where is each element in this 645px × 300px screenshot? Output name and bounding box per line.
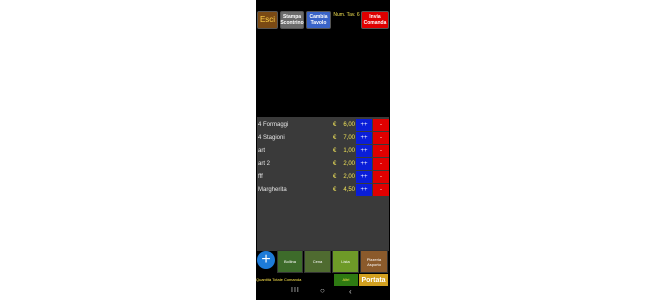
- order-row: Margherita € 4,50 ++ -: [257, 184, 389, 196]
- back-icon[interactable]: ‹: [349, 287, 352, 296]
- pizzeria-asporto-button[interactable]: Pizzeria Asporto: [360, 250, 388, 273]
- currency-symbol: €: [333, 161, 337, 167]
- add-item-button[interactable]: +: [257, 251, 275, 269]
- item-price: 2,00: [343, 161, 355, 167]
- item-price: 2,00: [343, 174, 355, 180]
- decrease-button[interactable]: -: [373, 184, 389, 196]
- item-price: 1,00: [343, 148, 355, 154]
- order-row: fff € 2,00 ++ -: [257, 171, 389, 183]
- increase-button[interactable]: ++: [356, 119, 372, 131]
- lista-button[interactable]: Lista: [332, 250, 359, 273]
- item-name: fff: [258, 174, 263, 180]
- table-number-label: Num. Tav. 6: [333, 12, 360, 18]
- invia-comanda-button[interactable]: Invia Comanda: [361, 11, 389, 29]
- increase-button[interactable]: ++: [356, 184, 372, 196]
- android-nav-bar: III ○ ‹: [256, 286, 390, 300]
- increase-button[interactable]: ++: [356, 158, 372, 170]
- total-quantity-label: Quantità Totale Comanda: [256, 277, 302, 282]
- currency-symbol: €: [333, 122, 337, 128]
- bollina-button[interactable]: Bollina: [277, 250, 303, 273]
- increase-button[interactable]: ++: [356, 145, 372, 157]
- extra-button[interactable]: Altri: [334, 274, 358, 286]
- plus-icon: +: [261, 251, 271, 268]
- decrease-button[interactable]: -: [373, 132, 389, 144]
- order-row: 4 Stagioni € 7,00 ++ -: [257, 132, 389, 144]
- order-row: 4 Formaggi € 6,00 ++ -: [257, 119, 389, 131]
- item-name: Margherita: [258, 187, 287, 193]
- cambia-tavolo-button[interactable]: Cambia Tavolo: [306, 11, 331, 29]
- phone-screen: Esci Stampa Scontrino Cambia Tavolo Num.…: [256, 0, 390, 300]
- increase-button[interactable]: ++: [356, 132, 372, 144]
- currency-symbol: €: [333, 148, 337, 154]
- cena-button[interactable]: Cena: [304, 250, 331, 273]
- item-name: art 2: [258, 161, 271, 167]
- order-list: 4 Formaggi € 6,00 ++ - 4 Stagioni € 7,00…: [257, 117, 389, 251]
- item-name: art: [258, 148, 266, 154]
- decrease-button[interactable]: -: [373, 158, 389, 170]
- decrease-button[interactable]: -: [373, 171, 389, 183]
- recent-apps-icon[interactable]: III: [291, 287, 300, 294]
- currency-symbol: €: [333, 135, 337, 141]
- order-row: art 2 € 2,00 ++ -: [257, 158, 389, 170]
- order-row: art € 1,00 ++ -: [257, 145, 389, 157]
- currency-symbol: €: [333, 174, 337, 180]
- item-name: 4 Stagioni: [258, 135, 285, 141]
- decrease-button[interactable]: -: [373, 119, 389, 131]
- item-price: 4,50: [343, 187, 355, 193]
- item-price: 7,00: [343, 135, 355, 141]
- increase-button[interactable]: ++: [356, 171, 372, 183]
- currency-symbol: €: [333, 187, 337, 193]
- item-name: 4 Formaggi: [258, 122, 289, 128]
- decrease-button[interactable]: -: [373, 145, 389, 157]
- home-icon[interactable]: ○: [320, 286, 325, 295]
- item-price: 6,00: [343, 122, 355, 128]
- stampa-scontrino-button[interactable]: Stampa Scontrino: [280, 11, 304, 29]
- esci-button[interactable]: Esci: [257, 11, 278, 29]
